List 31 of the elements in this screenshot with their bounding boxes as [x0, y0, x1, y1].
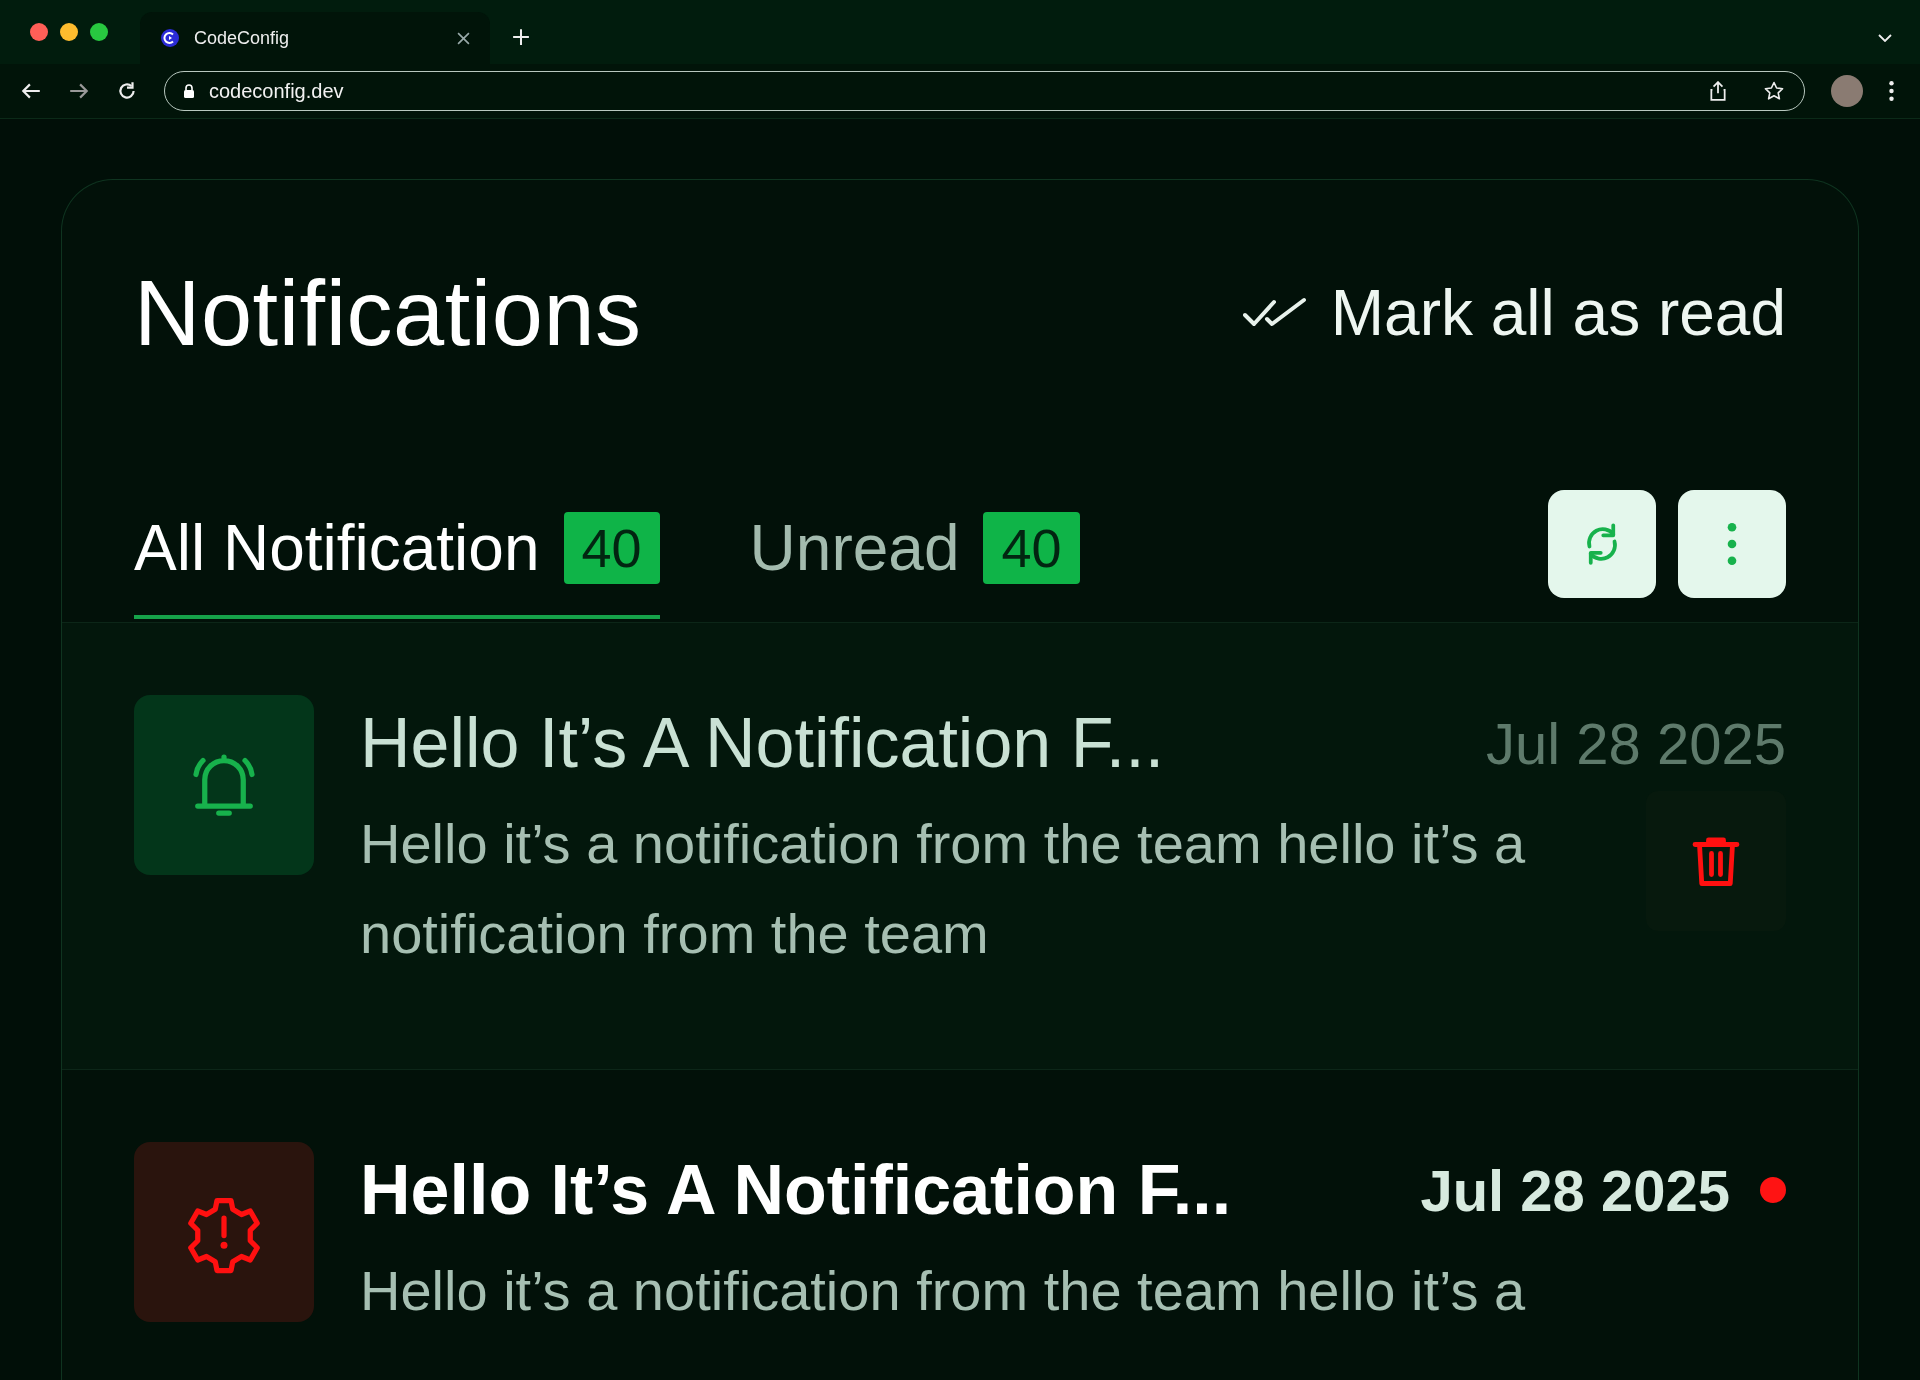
close-tab-icon[interactable]	[457, 31, 470, 45]
notification-title: Hello It’s A Notification F...	[360, 1150, 1232, 1231]
notification-row[interactable]: Hello It’s A Notification F... Jul 28 2025 Hello it’s a notification from the team hello it’s a	[62, 1069, 1858, 1380]
close-window-button[interactable]	[30, 23, 48, 41]
share-icon[interactable]	[1708, 81, 1728, 101]
double-check-icon	[1242, 297, 1307, 329]
notification-message: Hello it’s a notification from the team hello it’s a	[360, 1258, 1527, 1324]
refresh-button[interactable]	[1548, 490, 1656, 598]
minimize-window-button[interactable]	[60, 23, 78, 41]
more-options-icon	[1727, 520, 1737, 568]
filter-tab[interactable]: All Notification 40	[134, 493, 660, 619]
browser-menu-icon[interactable]	[1889, 81, 1894, 101]
delete-button[interactable]	[1646, 791, 1786, 931]
reload-icon[interactable]	[116, 80, 138, 102]
notification-date: Jul 28 2025	[1486, 709, 1786, 777]
tab-list-icon[interactable]	[1878, 34, 1892, 42]
browser-tab[interactable]: CodeConfig	[140, 12, 490, 64]
unread-dot	[1760, 1177, 1786, 1203]
bookmark-star-icon[interactable]	[1764, 81, 1784, 101]
filter-tab[interactable]: Unread 40	[749, 493, 1080, 619]
notification-date: Jul 28 2025	[1420, 1156, 1730, 1224]
page-title: Notifications	[134, 261, 642, 366]
site-logo-icon	[160, 28, 180, 48]
maximize-window-button[interactable]	[90, 23, 108, 41]
notification-title: Hello It’s A Notification F...	[360, 703, 1165, 784]
lock-icon	[183, 84, 195, 98]
mark-all-read-button[interactable]: Mark all as read	[1242, 276, 1786, 350]
new-tab-icon[interactable]	[512, 28, 530, 46]
notification-message: Hello it’s a notification from the team hello it’s a notification from the team	[360, 811, 1527, 967]
profile-avatar[interactable]	[1831, 75, 1863, 107]
notification-row[interactable]: Hello It’s A Notification F... Jul 28 2025 Hello it’s a notification from the team hello it’s a notification from the team	[62, 622, 1858, 1069]
